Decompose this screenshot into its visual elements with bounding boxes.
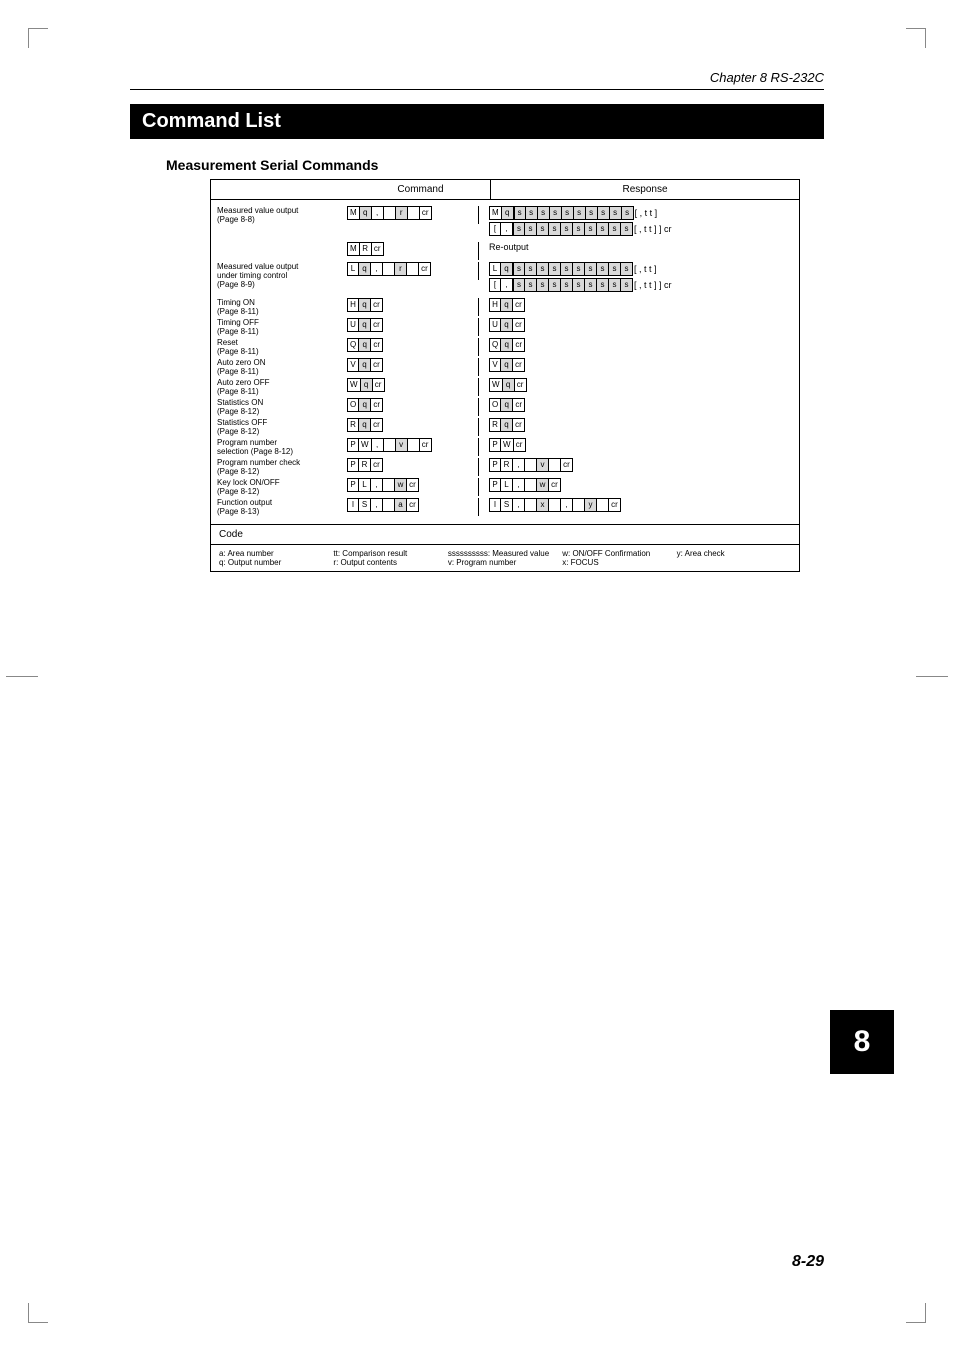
- page-number: 8-29: [792, 1253, 824, 1271]
- command-cell: PL, wcr: [345, 478, 479, 496]
- response-cell: Rqcr: [479, 418, 793, 436]
- command-cell: Oqcr: [345, 398, 479, 416]
- legend-r: r: Output contents: [333, 558, 447, 567]
- crop-mark: [906, 28, 926, 48]
- subsection-heading: Measurement Serial Commands: [166, 157, 824, 173]
- table-row: Timing ON(Page 8-11)HqcrHqcr: [211, 298, 799, 318]
- table-row: Auto zero ON(Page 8-11)VqcrVqcr: [211, 358, 799, 378]
- command-table: Command Response Measured value output(P…: [210, 179, 800, 572]
- row-label: Statistics ON(Page 8-12): [217, 398, 345, 416]
- command-cell: Lq, r cr: [345, 262, 479, 280]
- table-row: Statistics OFF(Page 8-12)RqcrRqcr: [211, 418, 799, 438]
- row-label: Auto zero OFF(Page 8-11): [217, 378, 345, 396]
- command-cell: IS, acr: [345, 498, 479, 516]
- row-label: Program number selection (Page 8-12): [217, 438, 345, 456]
- code-legend: a: Area number q: Output number tt: Comp…: [211, 545, 799, 571]
- row-label: Program number check(Page 8-12): [217, 458, 345, 476]
- response-cell: Lq ssssssssss [ , t t ][, ssssssssss [ ,…: [479, 262, 793, 298]
- response-cell: Hqcr: [479, 298, 793, 316]
- legend-y: y: Area check: [677, 549, 791, 558]
- table-row: Measured value output(Page 8-8)Mq, r crM…: [211, 206, 799, 242]
- section-title: Command List: [130, 104, 824, 139]
- command-cell: PW, v cr: [345, 438, 479, 456]
- response-cell: Vqcr: [479, 358, 793, 376]
- legend-w: w: ON/OFF Confirmation: [562, 549, 676, 558]
- table-row: Measured value output under timing contr…: [211, 262, 799, 298]
- table-row: Program number check(Page 8-12)PRcrPR, v…: [211, 458, 799, 478]
- legend-tt: tt: Comparison result: [333, 549, 447, 558]
- row-label: Reset(Page 8-11): [217, 338, 345, 356]
- response-cell: PR, v cr: [479, 458, 793, 476]
- table-row: Auto zero OFF(Page 8-11)WqcrWqcr: [211, 378, 799, 398]
- command-cell: MRcr: [345, 242, 479, 260]
- response-cell: Re-output: [479, 242, 793, 256]
- command-cell: Hqcr: [345, 298, 479, 316]
- response-cell: Mq ssssssssss [ , t t ][, ssssssssss [ ,…: [479, 206, 793, 242]
- col-header-command: Command: [351, 180, 491, 199]
- table-row: Key lock ON/OFF(Page 8-12)PL, wcrPL, wcr: [211, 478, 799, 498]
- col-header-response: Response: [491, 180, 799, 199]
- row-label: Timing OFF(Page 8-11): [217, 318, 345, 336]
- command-cell: Rqcr: [345, 418, 479, 436]
- row-label: Function output(Page 8-13): [217, 498, 345, 516]
- row-label: Measured value output under timing contr…: [217, 262, 345, 289]
- row-label: Statistics OFF(Page 8-12): [217, 418, 345, 436]
- response-cell: PL, wcr: [479, 478, 793, 496]
- command-cell: Vqcr: [345, 358, 479, 376]
- response-cell: IS, x , y cr: [479, 498, 793, 516]
- command-cell: Qqcr: [345, 338, 479, 356]
- chapter-tab: 8: [830, 1010, 894, 1074]
- response-cell: Wqcr: [479, 378, 793, 396]
- crop-mark: [916, 676, 948, 677]
- row-label: Key lock ON/OFF(Page 8-12): [217, 478, 345, 496]
- legend-q: q: Output number: [219, 558, 333, 567]
- response-cell: Qqcr: [479, 338, 793, 356]
- response-cell: Oqcr: [479, 398, 793, 416]
- legend-s: ssssssssss: Measured value: [448, 549, 562, 558]
- command-cell: Uqcr: [345, 318, 479, 336]
- chapter-heading: Chapter 8 RS-232C: [130, 70, 824, 90]
- table-row: Statistics ON(Page 8-12)OqcrOqcr: [211, 398, 799, 418]
- row-label: [217, 242, 345, 251]
- table-row: Timing OFF(Page 8-11)UqcrUqcr: [211, 318, 799, 338]
- legend-v: v: Program number: [448, 558, 562, 567]
- crop-mark: [906, 1303, 926, 1323]
- table-row: Reset(Page 8-11)QqcrQqcr: [211, 338, 799, 358]
- table-row: MRcrRe-output: [211, 242, 799, 262]
- command-cell: PRcr: [345, 458, 479, 476]
- row-label: Timing ON(Page 8-11): [217, 298, 345, 316]
- crop-mark: [28, 28, 48, 48]
- response-cell: Uqcr: [479, 318, 793, 336]
- table-row: Function output(Page 8-13)IS, acrIS, x ,…: [211, 498, 799, 518]
- crop-mark: [6, 676, 38, 677]
- crop-mark: [28, 1303, 48, 1323]
- code-section-header: Code: [211, 525, 799, 545]
- row-label: Auto zero ON(Page 8-11): [217, 358, 345, 376]
- command-cell: Mq, r cr: [345, 206, 479, 224]
- legend-a: a: Area number: [219, 549, 333, 558]
- legend-x: x: FOCUS: [562, 558, 676, 567]
- response-cell: PWcr: [479, 438, 793, 456]
- row-label: Measured value output(Page 8-8): [217, 206, 345, 224]
- table-row: Program number selection (Page 8-12)PW, …: [211, 438, 799, 458]
- command-cell: Wqcr: [345, 378, 479, 396]
